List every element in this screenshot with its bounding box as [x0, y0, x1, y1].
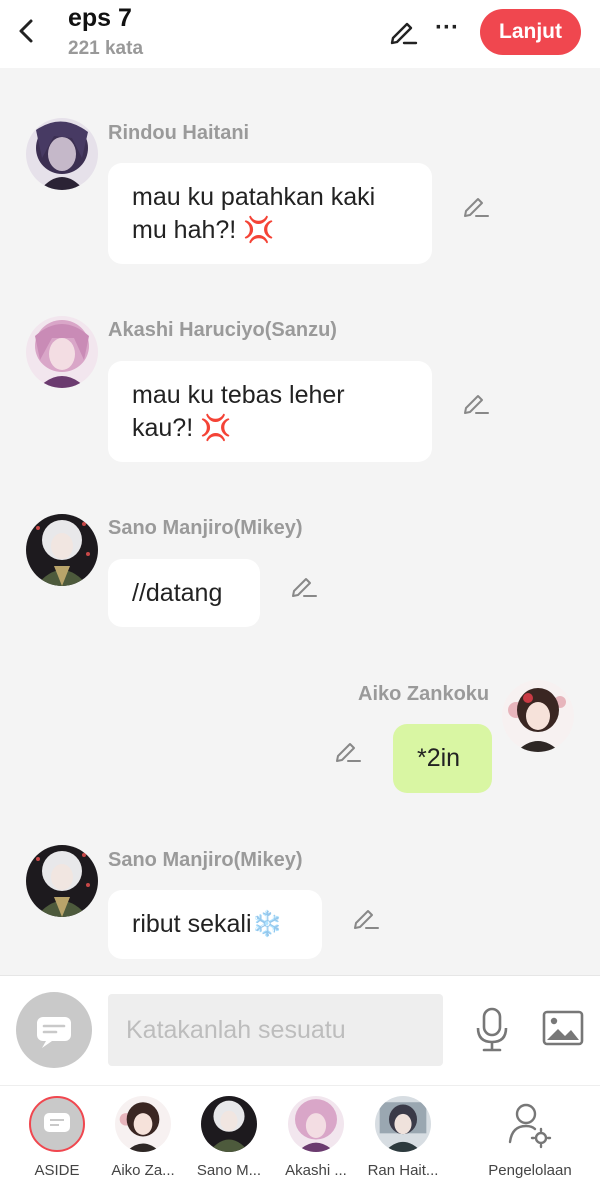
- character-sano[interactable]: Sano M...: [186, 1096, 272, 1179]
- message-bubble[interactable]: mau ku tebas leher kau?! 💢: [108, 361, 432, 462]
- avatar: [115, 1096, 171, 1152]
- sender-name: Aiko Zankoku: [358, 683, 490, 705]
- pencil-icon[interactable]: [388, 16, 418, 46]
- character-label: Sano M...: [196, 1162, 262, 1179]
- aside-avatar: [29, 1096, 85, 1152]
- edit-message-icon[interactable]: [334, 736, 362, 764]
- avatar-sano[interactable]: [26, 514, 98, 586]
- top-bar: eps 7 221 kata ··· Lanjut: [0, 0, 600, 68]
- character-akashi[interactable]: Akashi ...: [273, 1096, 359, 1179]
- user-settings-icon: [508, 1103, 552, 1149]
- character-label: Akashi ...: [285, 1162, 347, 1179]
- avatar: [201, 1096, 257, 1152]
- avatar: [288, 1096, 344, 1152]
- manage-characters-button[interactable]: Pengelolaan: [481, 1096, 579, 1179]
- aside-toggle-button[interactable]: [16, 992, 92, 1068]
- edit-message-icon[interactable]: [462, 388, 490, 416]
- back-arrow-icon[interactable]: [14, 16, 40, 46]
- sender-name: Akashi Haruciyo(Sanzu): [108, 319, 337, 341]
- chat-area: Rindou Haitani mau ku patahkan kaki mu h…: [0, 68, 600, 975]
- story-title: eps 7: [68, 4, 132, 32]
- next-button[interactable]: Lanjut: [480, 9, 581, 55]
- message-bubble[interactable]: *2in: [393, 724, 492, 793]
- sender-name: Sano Manjiro(Mikey): [108, 849, 303, 871]
- sender-name: Sano Manjiro(Mikey): [108, 517, 303, 539]
- avatar-rindou[interactable]: [26, 118, 98, 190]
- message-bubble[interactable]: //datang: [108, 559, 260, 627]
- character-label: Pengelolaan: [488, 1162, 572, 1179]
- character-label: Ran Hait...: [367, 1162, 439, 1179]
- edit-message-icon[interactable]: [290, 571, 318, 599]
- sender-name: Rindou Haitani: [108, 122, 250, 144]
- character-bar: ASIDE Aiko Za... Sano M... Akashi ... Ra…: [0, 1085, 600, 1186]
- character-ran[interactable]: Ran Hait...: [360, 1096, 446, 1179]
- character-label: ASIDE: [34, 1162, 80, 1179]
- more-options-icon[interactable]: ···: [432, 16, 462, 42]
- word-count: 221 kata: [68, 38, 144, 59]
- message-bubble[interactable]: ribut sekali❄️: [108, 890, 322, 959]
- image-icon[interactable]: [542, 1009, 584, 1047]
- chat-bubble-icon: [44, 1113, 70, 1132]
- character-aiko[interactable]: Aiko Za...: [100, 1096, 186, 1179]
- chat-bubble-icon: [37, 1017, 71, 1048]
- edit-message-icon[interactable]: [462, 191, 490, 219]
- edit-message-icon[interactable]: [352, 903, 380, 931]
- avatar-akashi[interactable]: [26, 316, 98, 388]
- character-aside[interactable]: ASIDE: [14, 1096, 100, 1179]
- microphone-icon[interactable]: [472, 1006, 512, 1054]
- avatar-aiko[interactable]: [502, 680, 574, 752]
- message-input-bar: Katakanlah sesuatu: [0, 975, 600, 1086]
- message-input[interactable]: Katakanlah sesuatu: [108, 994, 443, 1066]
- character-label: Aiko Za...: [111, 1162, 175, 1179]
- avatar-sano[interactable]: [26, 845, 98, 917]
- message-bubble[interactable]: mau ku patahkan kaki mu hah?! 💢: [108, 163, 432, 264]
- avatar: [375, 1096, 431, 1152]
